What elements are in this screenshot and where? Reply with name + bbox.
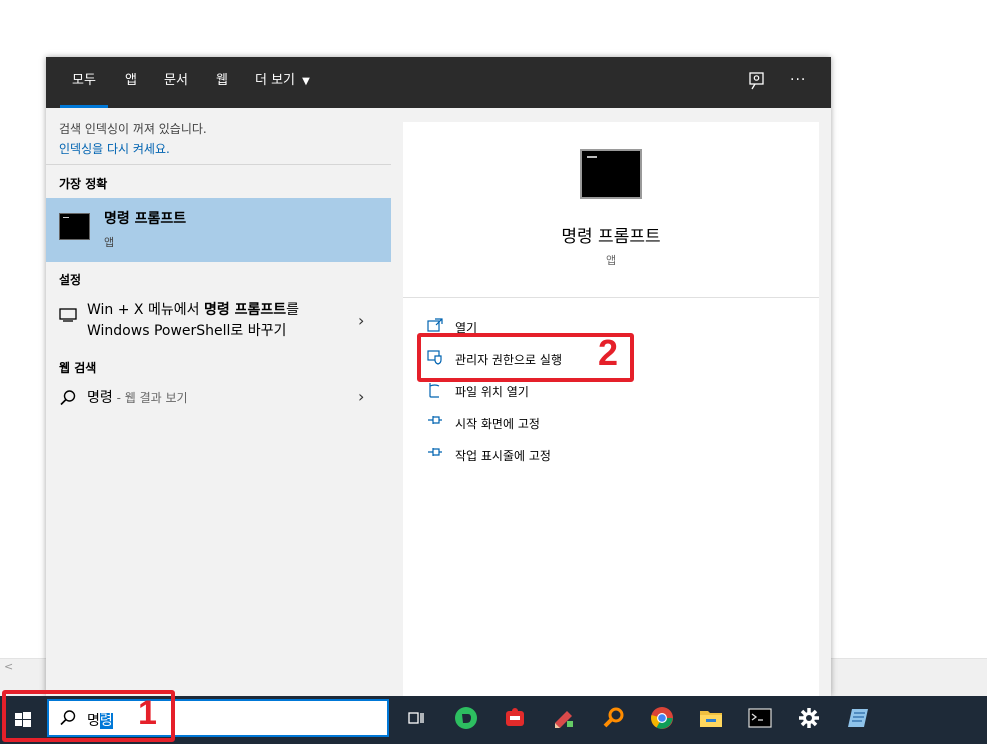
tab-more-label: 더 보기 xyxy=(255,73,296,88)
section-best-match: 가장 정확 xyxy=(59,177,108,191)
annotation-number-2: 2 xyxy=(598,332,619,373)
best-match-subtitle: 앱 xyxy=(104,236,115,249)
search-icon xyxy=(59,389,77,411)
divider xyxy=(403,297,819,298)
scroll-left-icon[interactable]: < xyxy=(4,660,13,673)
action-pin-to-taskbar-label: 작업 표시줄에 고정 xyxy=(455,449,551,463)
preview-title: 명령 프롬프트 xyxy=(561,227,661,247)
action-pin-to-start-label: 시작 화면에 고정 xyxy=(455,417,540,431)
task-view-icon[interactable] xyxy=(402,704,430,732)
best-match-title: 명령 프롬프트 xyxy=(104,211,187,227)
section-web-search: 웹 검색 xyxy=(59,361,97,375)
more-options-icon[interactable]: ··· xyxy=(790,72,806,88)
settings-result-line2: Windows PowerShell로 바꾸기 xyxy=(87,323,287,339)
tab-apps[interactable]: 앱 xyxy=(125,57,137,108)
web-result-query: 명령 xyxy=(87,390,113,406)
monitor-icon xyxy=(59,307,77,326)
section-settings: 설정 xyxy=(59,273,82,287)
web-result-suffix: - 웹 결과 보기 xyxy=(112,391,188,405)
preview-subtitle: 앱 xyxy=(605,254,617,267)
search-tabs-bar: 모두 앱 문서 웹 더 보기 ▼ ··· xyxy=(46,57,831,108)
settings-line1-suffix: 를 xyxy=(286,302,299,318)
web-result-item[interactable]: 명령 - 웹 결과 보기 › xyxy=(46,385,391,415)
settings-icon[interactable] xyxy=(795,704,823,732)
settings-line1-prefix: Win + X 메뉴에서 xyxy=(87,302,204,318)
pin-icon xyxy=(427,446,443,462)
action-open-file-location-label: 파일 위치 열기 xyxy=(455,385,529,399)
pdf-tool-icon[interactable] xyxy=(501,704,529,732)
settings-result-line1: Win + X 메뉴에서 명령 프롬프트를 xyxy=(87,300,299,321)
cmd-app-icon xyxy=(59,213,90,240)
tab-more[interactable]: 더 보기 ▼ xyxy=(255,57,310,108)
indexing-notice: 검색 인덱싱이 꺼져 있습니다. xyxy=(59,122,207,136)
tab-documents[interactable]: 문서 xyxy=(164,57,188,108)
indexing-link[interactable]: 인덱싱을 다시 켜세요. xyxy=(59,140,170,157)
chevron-down-icon: ▼ xyxy=(302,76,310,87)
pin-icon xyxy=(427,414,443,430)
web-result-text: 명령 - 웹 결과 보기 xyxy=(87,388,188,409)
file-location-icon xyxy=(427,382,443,402)
tab-all[interactable]: 모두 xyxy=(60,57,108,108)
file-explorer-icon[interactable] xyxy=(697,704,725,732)
settings-line1-bold: 명령 프롬프트 xyxy=(203,302,287,318)
feedback-icon[interactable] xyxy=(748,71,766,95)
pen-tool-icon[interactable] xyxy=(550,704,578,732)
chrome-icon[interactable] xyxy=(648,704,676,732)
evernote-icon[interactable] xyxy=(452,704,480,732)
settings-result-item[interactable]: Win + X 메뉴에서 명령 프롬프트를 Windows PowerShell… xyxy=(46,297,391,345)
best-match-item[interactable]: 명령 프롬프트 앱 xyxy=(46,198,391,262)
notepad-icon[interactable] xyxy=(844,704,872,732)
cmd-app-icon-large xyxy=(580,149,642,199)
divider xyxy=(46,164,391,165)
chevron-right-icon: › xyxy=(358,311,365,330)
search-tool-icon[interactable] xyxy=(600,704,628,732)
preview-pane: 명령 프롬프트 앱 열기 관리자 권한으로 실행 파일 위치 열기 시작 화면에… xyxy=(403,122,819,696)
cmd-icon[interactable] xyxy=(746,704,774,732)
tab-web[interactable]: 웹 xyxy=(216,57,228,108)
annotation-number-1: 1 xyxy=(138,694,157,732)
chevron-right-icon: › xyxy=(358,387,365,406)
